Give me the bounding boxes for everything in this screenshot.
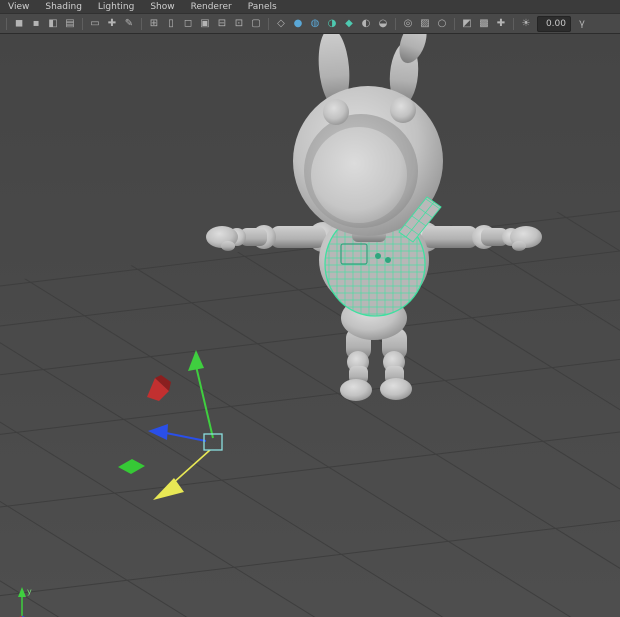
motion-blur-icon[interactable]: ◎ <box>400 16 416 31</box>
two-d-pan-zoom-icon[interactable]: ✚ <box>104 16 120 31</box>
translate-z-handle[interactable] <box>153 449 211 500</box>
field-chart-icon[interactable]: ⊟ <box>214 16 230 31</box>
bookmarks-icon[interactable]: ▤ <box>62 16 78 31</box>
menu-view[interactable]: View <box>8 2 29 12</box>
menu-lighting[interactable]: Lighting <box>98 2 134 12</box>
resolution-gate-icon[interactable]: ◻ <box>180 16 196 31</box>
screen-space-ao-icon[interactable]: ◒ <box>375 16 391 31</box>
toolbar-separator <box>82 17 83 30</box>
wireframe-on-shaded-icon[interactable]: ◍ <box>307 16 323 31</box>
translate-x-handle[interactable] <box>148 424 207 442</box>
use-all-lights-icon[interactable]: ◆ <box>341 16 357 31</box>
toolbar-separator <box>268 17 269 30</box>
vest-button <box>385 257 391 263</box>
shadows-icon[interactable]: ◐ <box>358 16 374 31</box>
ground-grid <box>0 204 620 617</box>
toolbar-separator <box>454 17 455 30</box>
grease-pencil-icon[interactable]: ✎ <box>121 16 137 31</box>
vest-button <box>375 253 381 259</box>
camera-attributes-icon[interactable]: ◧ <box>45 16 61 31</box>
image-plane-icon[interactable]: ▭ <box>87 16 103 31</box>
lock-camera-icon[interactable]: ▪ <box>28 16 44 31</box>
isolate-select-icon[interactable]: ◩ <box>459 16 475 31</box>
viewport-canvas[interactable]: y <box>0 34 620 617</box>
view-axis: y <box>18 587 32 617</box>
translate-y-handle[interactable] <box>188 350 214 439</box>
multisample-aa-icon[interactable]: ▨ <box>417 16 433 31</box>
character-model[interactable] <box>206 34 542 401</box>
shaded-display-icon[interactable]: ● <box>290 16 306 31</box>
view-menubar: View Shading Lighting Show Renderer Panels <box>0 0 620 14</box>
toolbar-separator <box>395 17 396 30</box>
film-gate-icon[interactable]: ▯ <box>163 16 179 31</box>
gate-mask-icon[interactable]: ▣ <box>197 16 213 31</box>
textured-display-icon[interactable]: ◑ <box>324 16 340 31</box>
helmet-visor <box>311 127 407 223</box>
depth-of-field-icon[interactable]: ○ <box>434 16 450 31</box>
x-ray-icon[interactable]: ▩ <box>476 16 492 31</box>
gamma-icon[interactable]: γ <box>574 16 590 31</box>
menu-panels[interactable]: Panels <box>248 2 277 12</box>
maya-viewport-panel: View Shading Lighting Show Renderer Panels ◼ ▪… <box>0 0 620 617</box>
menu-renderer[interactable]: Renderer <box>191 2 232 12</box>
panel-toolbar: ◼ ▪ ◧ ▤ ▭ ✚ ✎ ⊞ ▯ ◻ ▣ ⊟ ⊡ ▢ ◇ ● ◍ ◑ ◆ ◐ ◒ ◎ ▨ ○ ◩ ▩ ✚ ☀ 0.00 γ <box>0 14 620 34</box>
toolbar-separator <box>6 17 7 30</box>
select-camera-icon[interactable]: ◼ <box>11 16 27 31</box>
toolbar-separator <box>141 17 142 30</box>
plane-handle-diamond[interactable] <box>118 459 145 474</box>
character-right-arm <box>410 222 542 252</box>
ear-joint <box>390 97 416 123</box>
ear-joint <box>323 99 349 125</box>
x-ray-joints-icon[interactable]: ✚ <box>493 16 509 31</box>
safe-action-icon[interactable]: ⊡ <box>231 16 247 31</box>
menu-shading[interactable]: Shading <box>45 2 82 12</box>
safe-title-icon[interactable]: ▢ <box>248 16 264 31</box>
grid-icon[interactable]: ⊞ <box>146 16 162 31</box>
scene-svg: y <box>0 34 620 617</box>
exposure-field[interactable]: 0.00 <box>537 15 571 32</box>
exposure-icon[interactable]: ☀ <box>518 16 534 31</box>
toolbar-separator <box>513 17 514 30</box>
red-cone-handle[interactable] <box>147 375 171 401</box>
character-left-arm <box>206 222 338 252</box>
menu-show[interactable]: Show <box>150 2 174 12</box>
axis-y-label: y <box>27 587 32 596</box>
wireframe-display-icon[interactable]: ◇ <box>273 16 289 31</box>
